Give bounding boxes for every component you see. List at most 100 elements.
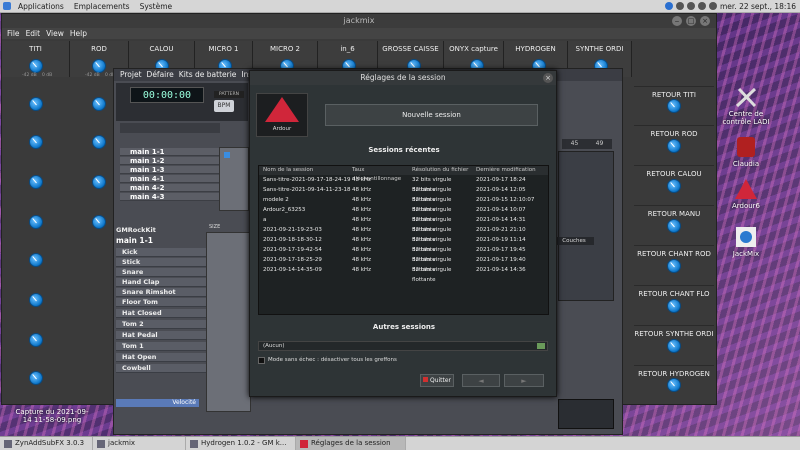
gain-knob[interactable] bbox=[29, 215, 43, 229]
back-button[interactable]: ◄ bbox=[462, 374, 500, 387]
menu-help[interactable]: Help bbox=[70, 28, 87, 39]
network-icon[interactable] bbox=[676, 2, 684, 10]
table-row[interactable]: a 48 kHz 32 bits virgule flottante 2021-09-… bbox=[259, 215, 548, 233]
session-resolution: 32 bits virgule flottante bbox=[412, 267, 452, 283]
song-grid[interactable] bbox=[219, 147, 249, 211]
column-name[interactable]: Nom de la session bbox=[259, 166, 352, 175]
other-sessions-chooser[interactable]: (Aucun) bbox=[258, 341, 548, 351]
gain-knob[interactable] bbox=[667, 339, 681, 353]
table-row[interactable]: 2021-09-21-19-23-03 48 kHz 32 bits virgule… bbox=[259, 225, 548, 243]
session-modified: 2021-09-19 11:14 bbox=[476, 237, 526, 243]
gain-knob[interactable] bbox=[92, 215, 106, 229]
gain-knob[interactable] bbox=[667, 219, 681, 233]
gain-knob[interactable] bbox=[29, 333, 43, 347]
gain-knob[interactable] bbox=[667, 259, 681, 273]
gain-knob[interactable] bbox=[92, 175, 106, 189]
gain-knob[interactable] bbox=[29, 97, 43, 111]
menu-defaire[interactable]: Défaire bbox=[147, 69, 174, 81]
session-rate: 48 kHz bbox=[352, 247, 371, 253]
logo-text: Ardour bbox=[272, 126, 292, 132]
menu-projet[interactable]: Projet bbox=[120, 69, 142, 81]
new-session-button[interactable]: Nouvelle session bbox=[325, 104, 538, 126]
quit-label: Quitter bbox=[429, 377, 452, 384]
gain-knob[interactable] bbox=[29, 293, 43, 307]
desktop-icon-jackmix[interactable]: JackMix bbox=[716, 226, 776, 258]
menu-file[interactable]: File bbox=[7, 28, 20, 39]
menu-systeme[interactable]: Système bbox=[137, 2, 176, 11]
ruler-tick: 45 bbox=[570, 140, 579, 147]
clock[interactable]: mer. 22 sept., 18:16 bbox=[720, 2, 796, 11]
table-row[interactable]: 2021-09-17-19-42-54 48 kHz 32 bits virgule… bbox=[259, 245, 548, 263]
menu-emplacements[interactable]: Emplacements bbox=[71, 2, 133, 11]
table-row[interactable]: 2021-09-14-14-35-09 48 kHz 32 bits virgule… bbox=[259, 265, 548, 283]
volume-icon[interactable] bbox=[687, 2, 695, 10]
safe-mode-option[interactable]: Mode sans échec : désactiver tous les gr… bbox=[258, 356, 548, 365]
table-row[interactable]: 2021-09-17-18-25-29 48 kHz 32 bits virgule… bbox=[259, 255, 548, 273]
task-hydrogen[interactable]: Hydrogen 1.0.2 - GM k... bbox=[186, 437, 296, 450]
knob-max-label: 0 dB bbox=[42, 73, 53, 78]
power-icon[interactable] bbox=[698, 2, 706, 10]
gain-knob[interactable] bbox=[667, 179, 681, 193]
open-button[interactable]: ► bbox=[504, 374, 544, 387]
folder-icon[interactable] bbox=[537, 343, 545, 349]
task-jackmix[interactable]: jackmix bbox=[93, 437, 186, 450]
desktop-icon-claudia[interactable]: Claudia bbox=[716, 136, 776, 168]
safe-mode-checkbox[interactable] bbox=[258, 357, 265, 364]
table-row[interactable]: Sans-titre-2021-09-17-18-24-19 48 kHz 32 b… bbox=[259, 175, 548, 193]
close-icon[interactable]: × bbox=[543, 73, 553, 83]
column-modified[interactable]: Dernière modification bbox=[476, 166, 548, 175]
column-resolution[interactable]: Résolution du fichier bbox=[412, 166, 476, 175]
desktop-icon-label: JackMix bbox=[732, 250, 760, 258]
song-ruler: 45 49 bbox=[562, 139, 612, 149]
table-row[interactable]: 2021-09-18-18-30-12 48 kHz 32 bits virgule… bbox=[259, 235, 548, 253]
size-label: SIZE bbox=[209, 224, 221, 230]
gain-knob[interactable] bbox=[92, 97, 106, 111]
menu-applications[interactable]: Applications bbox=[15, 2, 67, 11]
table-row[interactable]: modele 2 48 kHz 32 bits virgule flottante 2… bbox=[259, 195, 548, 213]
gain-knob[interactable] bbox=[29, 135, 43, 149]
desktop-icon-ladi[interactable]: Centre de contrôle LADI bbox=[716, 86, 776, 126]
desktop-file-capture[interactable]: Capture du 2021-09-14 11-58-09.png bbox=[12, 408, 92, 424]
gain-knob[interactable] bbox=[29, 371, 43, 385]
gain-knob[interactable] bbox=[667, 378, 681, 392]
recent-sessions-list[interactable]: Nom de la session Taux d'échantillonnage… bbox=[258, 165, 549, 315]
menu-edit[interactable]: Edit bbox=[26, 28, 41, 39]
apps-icon[interactable] bbox=[3, 2, 11, 10]
window-title: jackmix bbox=[343, 16, 375, 25]
table-row[interactable]: Sans-titre-2021-09-14-11-23-18 48 kHz 32 b… bbox=[259, 185, 548, 203]
velocity-editor[interactable]: Velocité bbox=[116, 399, 199, 407]
channel-label: in_6 bbox=[340, 45, 355, 53]
gain-knob[interactable] bbox=[667, 139, 681, 153]
gain-knob[interactable] bbox=[29, 175, 43, 189]
pattern-editor-grid[interactable] bbox=[206, 232, 251, 412]
maximize-icon[interactable]: □ bbox=[686, 16, 696, 26]
bluetooth-icon[interactable] bbox=[665, 2, 673, 10]
session-modified: 2021-09-21 21:10 bbox=[476, 227, 526, 233]
quit-icon bbox=[422, 377, 428, 382]
gain-knob[interactable] bbox=[667, 99, 681, 113]
gain-knob[interactable] bbox=[29, 253, 43, 267]
session-name: a bbox=[263, 217, 267, 223]
close-icon[interactable]: × bbox=[700, 16, 710, 26]
menu-view[interactable]: View bbox=[46, 28, 64, 39]
minimize-icon[interactable]: ‒ bbox=[672, 16, 682, 26]
gain-knob[interactable] bbox=[92, 59, 106, 73]
gain-knob[interactable] bbox=[29, 59, 43, 73]
menu-kits[interactable]: Kits de batterie bbox=[179, 69, 237, 81]
bpm-display[interactable]: BPM bbox=[214, 100, 234, 112]
desktop-icon-ardour6[interactable]: Ardour6 bbox=[716, 178, 776, 210]
channel-label: ONYX capture bbox=[449, 45, 498, 53]
selected-pattern: main 1-1 bbox=[116, 236, 153, 245]
task-zynaddsubfx[interactable]: ZynAddSubFX 3.0.3 bbox=[0, 437, 93, 450]
session-resolution: 32 bits virgule flottante bbox=[412, 217, 452, 233]
window-icon bbox=[4, 439, 12, 448]
gain-knob[interactable] bbox=[667, 299, 681, 313]
layers-tab[interactable]: Couches bbox=[554, 237, 594, 245]
mail-icon[interactable] bbox=[709, 2, 717, 10]
gain-knob[interactable] bbox=[92, 135, 106, 149]
knob-min-label: -42 dB bbox=[85, 73, 100, 78]
task-session-settings[interactable]: Réglages de la session bbox=[296, 437, 406, 450]
column-rate[interactable]: Taux d'échantillonnage bbox=[352, 166, 412, 182]
table-row[interactable]: Ardour2_63253 48 kHz 32 bits virgule flott… bbox=[259, 205, 548, 223]
quit-button[interactable]: Quitter bbox=[420, 374, 454, 387]
